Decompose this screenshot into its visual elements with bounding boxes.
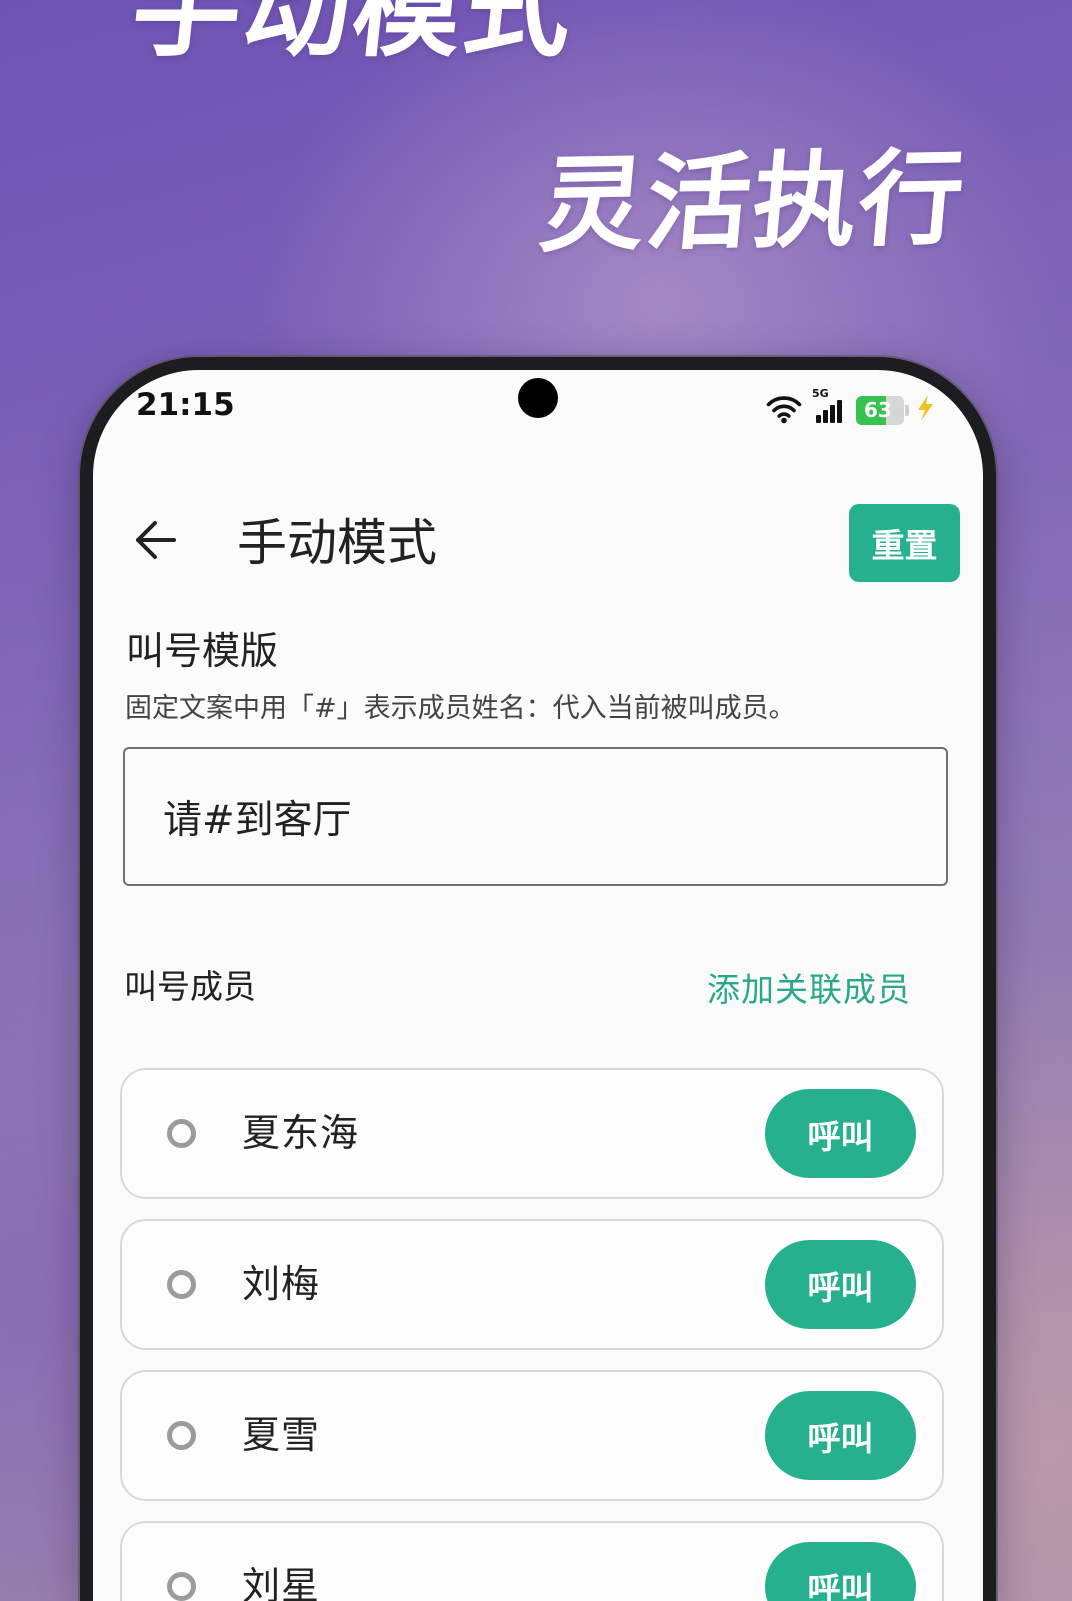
- add-member-link[interactable]: 添加关联成员: [707, 968, 911, 1012]
- member-name: 夏雪: [242, 1413, 321, 1457]
- battery-icon: 63: [856, 396, 904, 425]
- template-input[interactable]: [123, 747, 948, 886]
- member-item[interactable]: 夏东海 呼叫: [120, 1068, 944, 1199]
- member-item[interactable]: 刘星 呼叫: [120, 1521, 944, 1601]
- call-button[interactable]: 呼叫: [765, 1542, 916, 1601]
- member-item[interactable]: 刘梅 呼叫: [120, 1219, 944, 1350]
- template-description: 固定文案中用「#」表示成员姓名：代入当前被叫成员。: [125, 693, 796, 724]
- radio-icon[interactable]: [167, 1572, 196, 1601]
- signal-icon: 5G: [812, 388, 848, 424]
- call-button[interactable]: 呼叫: [765, 1391, 916, 1480]
- charging-icon: [915, 394, 935, 422]
- template-heading: 叫号模版: [126, 629, 279, 673]
- radio-icon[interactable]: [167, 1421, 196, 1450]
- member-name: 夏东海: [242, 1111, 360, 1155]
- battery-level: 63: [864, 398, 892, 422]
- back-arrow-icon[interactable]: [133, 519, 177, 561]
- page-title: 手动模式: [237, 514, 437, 572]
- member-name: 刘星: [242, 1564, 321, 1601]
- reset-button[interactable]: 重置: [849, 504, 960, 582]
- radio-icon[interactable]: [167, 1119, 196, 1148]
- phone-screen: 21:15 5G 63 手动模式 重置 叫号模版 固定文案中用「#」表示成员姓名…: [80, 357, 996, 1601]
- camera-cutout: [518, 378, 558, 418]
- member-name: 刘梅: [242, 1262, 321, 1306]
- members-heading: 叫号成员: [124, 967, 256, 1006]
- radio-icon[interactable]: [167, 1270, 196, 1299]
- promo-headline: 手动模式: [126, 0, 580, 72]
- status-time: 21:15: [136, 387, 235, 423]
- call-button[interactable]: 呼叫: [765, 1240, 916, 1329]
- call-button[interactable]: 呼叫: [765, 1089, 916, 1178]
- member-list: 夏东海 呼叫 刘梅 呼叫 夏雪 呼叫 刘星 呼叫: [120, 1068, 944, 1601]
- promo-subheadline: 灵活执行: [535, 137, 971, 267]
- wifi-icon: [766, 394, 802, 424]
- member-item[interactable]: 夏雪 呼叫: [120, 1370, 944, 1501]
- battery-tail: [905, 405, 909, 416]
